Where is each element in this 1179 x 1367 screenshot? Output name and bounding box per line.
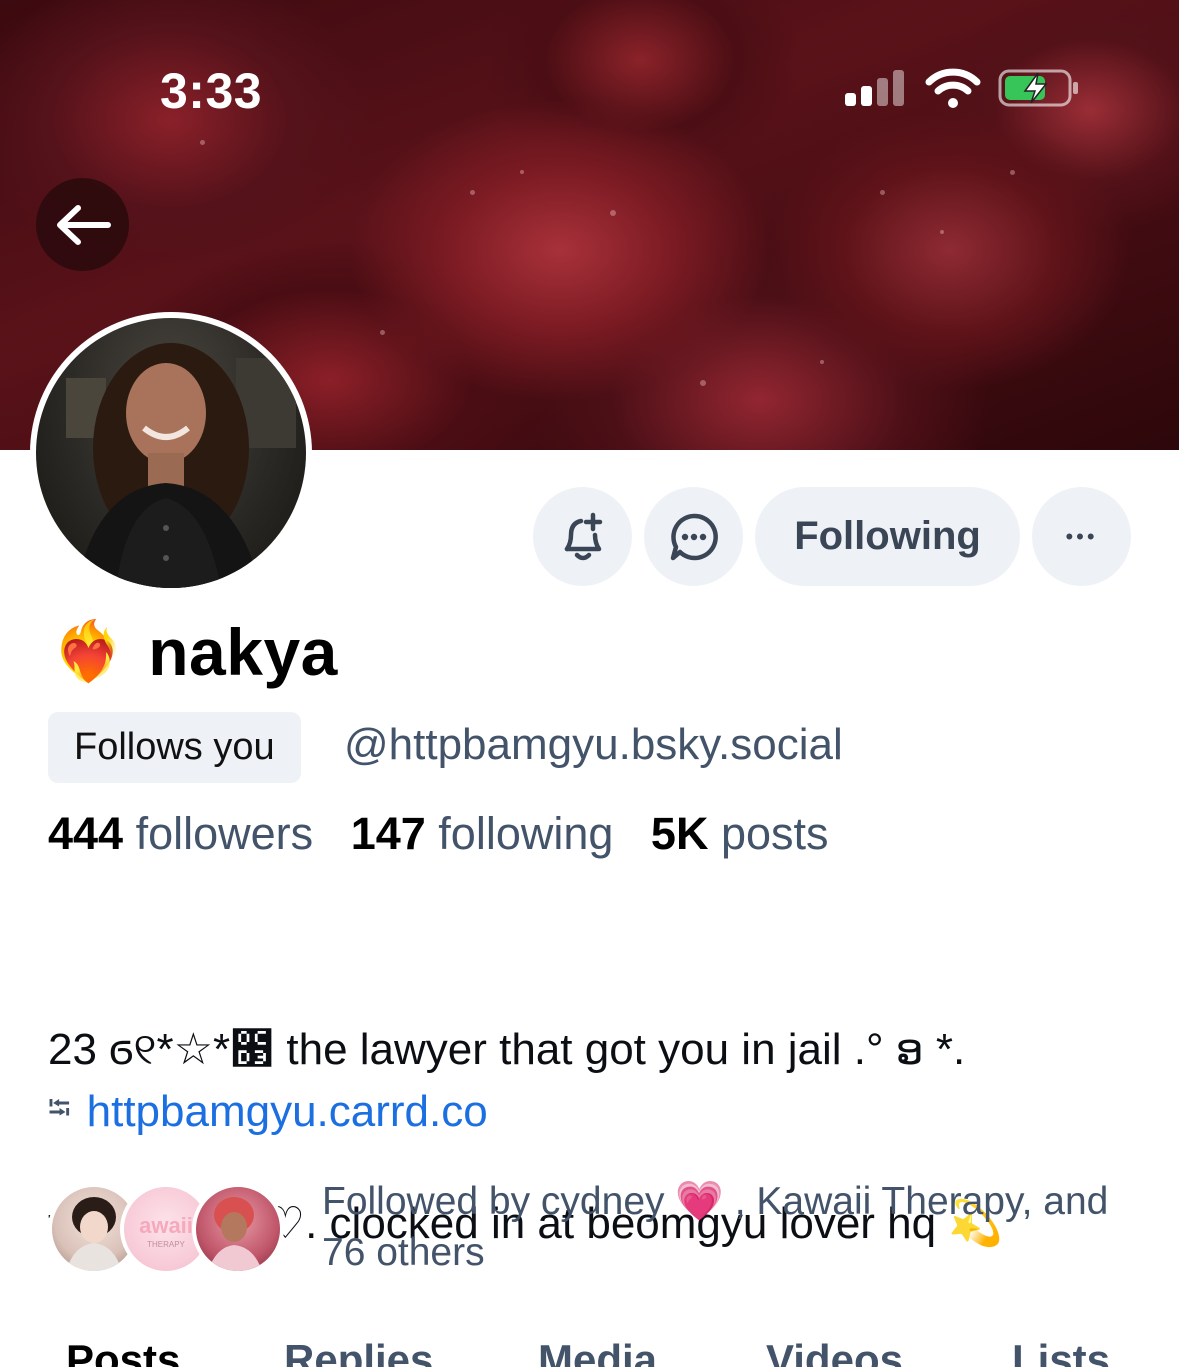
- bio-line: 23 ϭ୧*☆*೓ the lawyer that got you in jai…: [48, 1025, 966, 1074]
- known-followers-avatars[interactable]: awaii THERAPY: [48, 1183, 288, 1275]
- banner-texture: [470, 190, 475, 195]
- banner-texture: [610, 210, 616, 216]
- followers-stat[interactable]: 444 followers: [48, 808, 313, 859]
- display-name: nakya: [148, 615, 338, 689]
- svg-text:awaii: awaii: [139, 1213, 193, 1238]
- banner-texture: [520, 170, 524, 174]
- battery-charging-icon: [998, 69, 1078, 107]
- posts-count: 5K: [650, 808, 709, 859]
- bell-plus-icon: [564, 512, 602, 560]
- followers-count: 444: [48, 808, 124, 859]
- message-button[interactable]: [644, 487, 743, 586]
- display-name-row: ❤️‍🔥 nakya: [52, 614, 338, 690]
- svg-text:THERAPY: THERAPY: [147, 1240, 185, 1249]
- user-handle: @httpbamgyu.bsky.social: [344, 720, 843, 769]
- chat-bubble-icon: [670, 513, 718, 560]
- followers-label: followers: [135, 808, 314, 859]
- cellular-signal-icon: [845, 68, 907, 106]
- bio-link-text[interactable]: httpbamgyu.carrd.co: [87, 1087, 488, 1137]
- profile-avatar[interactable]: [30, 312, 312, 594]
- tab-media[interactable]: Media: [538, 1336, 657, 1367]
- back-button[interactable]: [36, 178, 129, 271]
- profile-tabs: Posts Replies Media Videos Lists: [0, 1330, 1179, 1367]
- banner-texture: [200, 140, 205, 145]
- posts-label: posts: [720, 808, 829, 859]
- banner-texture: [700, 380, 706, 386]
- wifi-icon: [925, 68, 981, 108]
- followed-by-text[interactable]: Followed by cydney 💗 , Kawaii Therapy, a…: [322, 1176, 1142, 1278]
- banner-texture: [940, 230, 944, 234]
- follows-you-badge: Follows you: [48, 712, 301, 783]
- status-time: 3:33: [160, 63, 263, 119]
- subscribe-notifications-button[interactable]: [533, 487, 632, 586]
- back-arrow-icon: [56, 204, 111, 245]
- banner-texture: [380, 330, 385, 335]
- following-count: 147: [350, 808, 426, 859]
- banner-texture: [820, 360, 824, 364]
- avatar-photo: [36, 318, 306, 588]
- more-options-button[interactable]: •••: [1032, 487, 1131, 586]
- ellipsis-icon: •••: [1065, 523, 1098, 549]
- tab-replies[interactable]: Replies: [284, 1336, 433, 1367]
- following-label: following: [438, 808, 614, 859]
- heart-on-fire-emoji: ❤️‍🔥: [52, 619, 125, 684]
- posts-stat: 5K posts: [651, 808, 829, 859]
- following-button[interactable]: Following: [755, 487, 1020, 586]
- avatar: [192, 1183, 284, 1275]
- banner-texture: [1010, 170, 1015, 175]
- following-stat[interactable]: 147 following: [351, 808, 614, 859]
- banner-texture: [880, 190, 885, 195]
- profile-stats: 444 followers 147 following 5K posts: [48, 808, 829, 860]
- tab-posts[interactable]: Posts: [66, 1336, 180, 1367]
- tab-videos[interactable]: Videos: [766, 1336, 903, 1367]
- bio-link[interactable]: ⭾ httpbamgyu.carrd.co: [48, 1086, 488, 1137]
- link-icon: ⭾: [48, 1092, 71, 1125]
- tab-lists[interactable]: Lists: [1012, 1336, 1110, 1367]
